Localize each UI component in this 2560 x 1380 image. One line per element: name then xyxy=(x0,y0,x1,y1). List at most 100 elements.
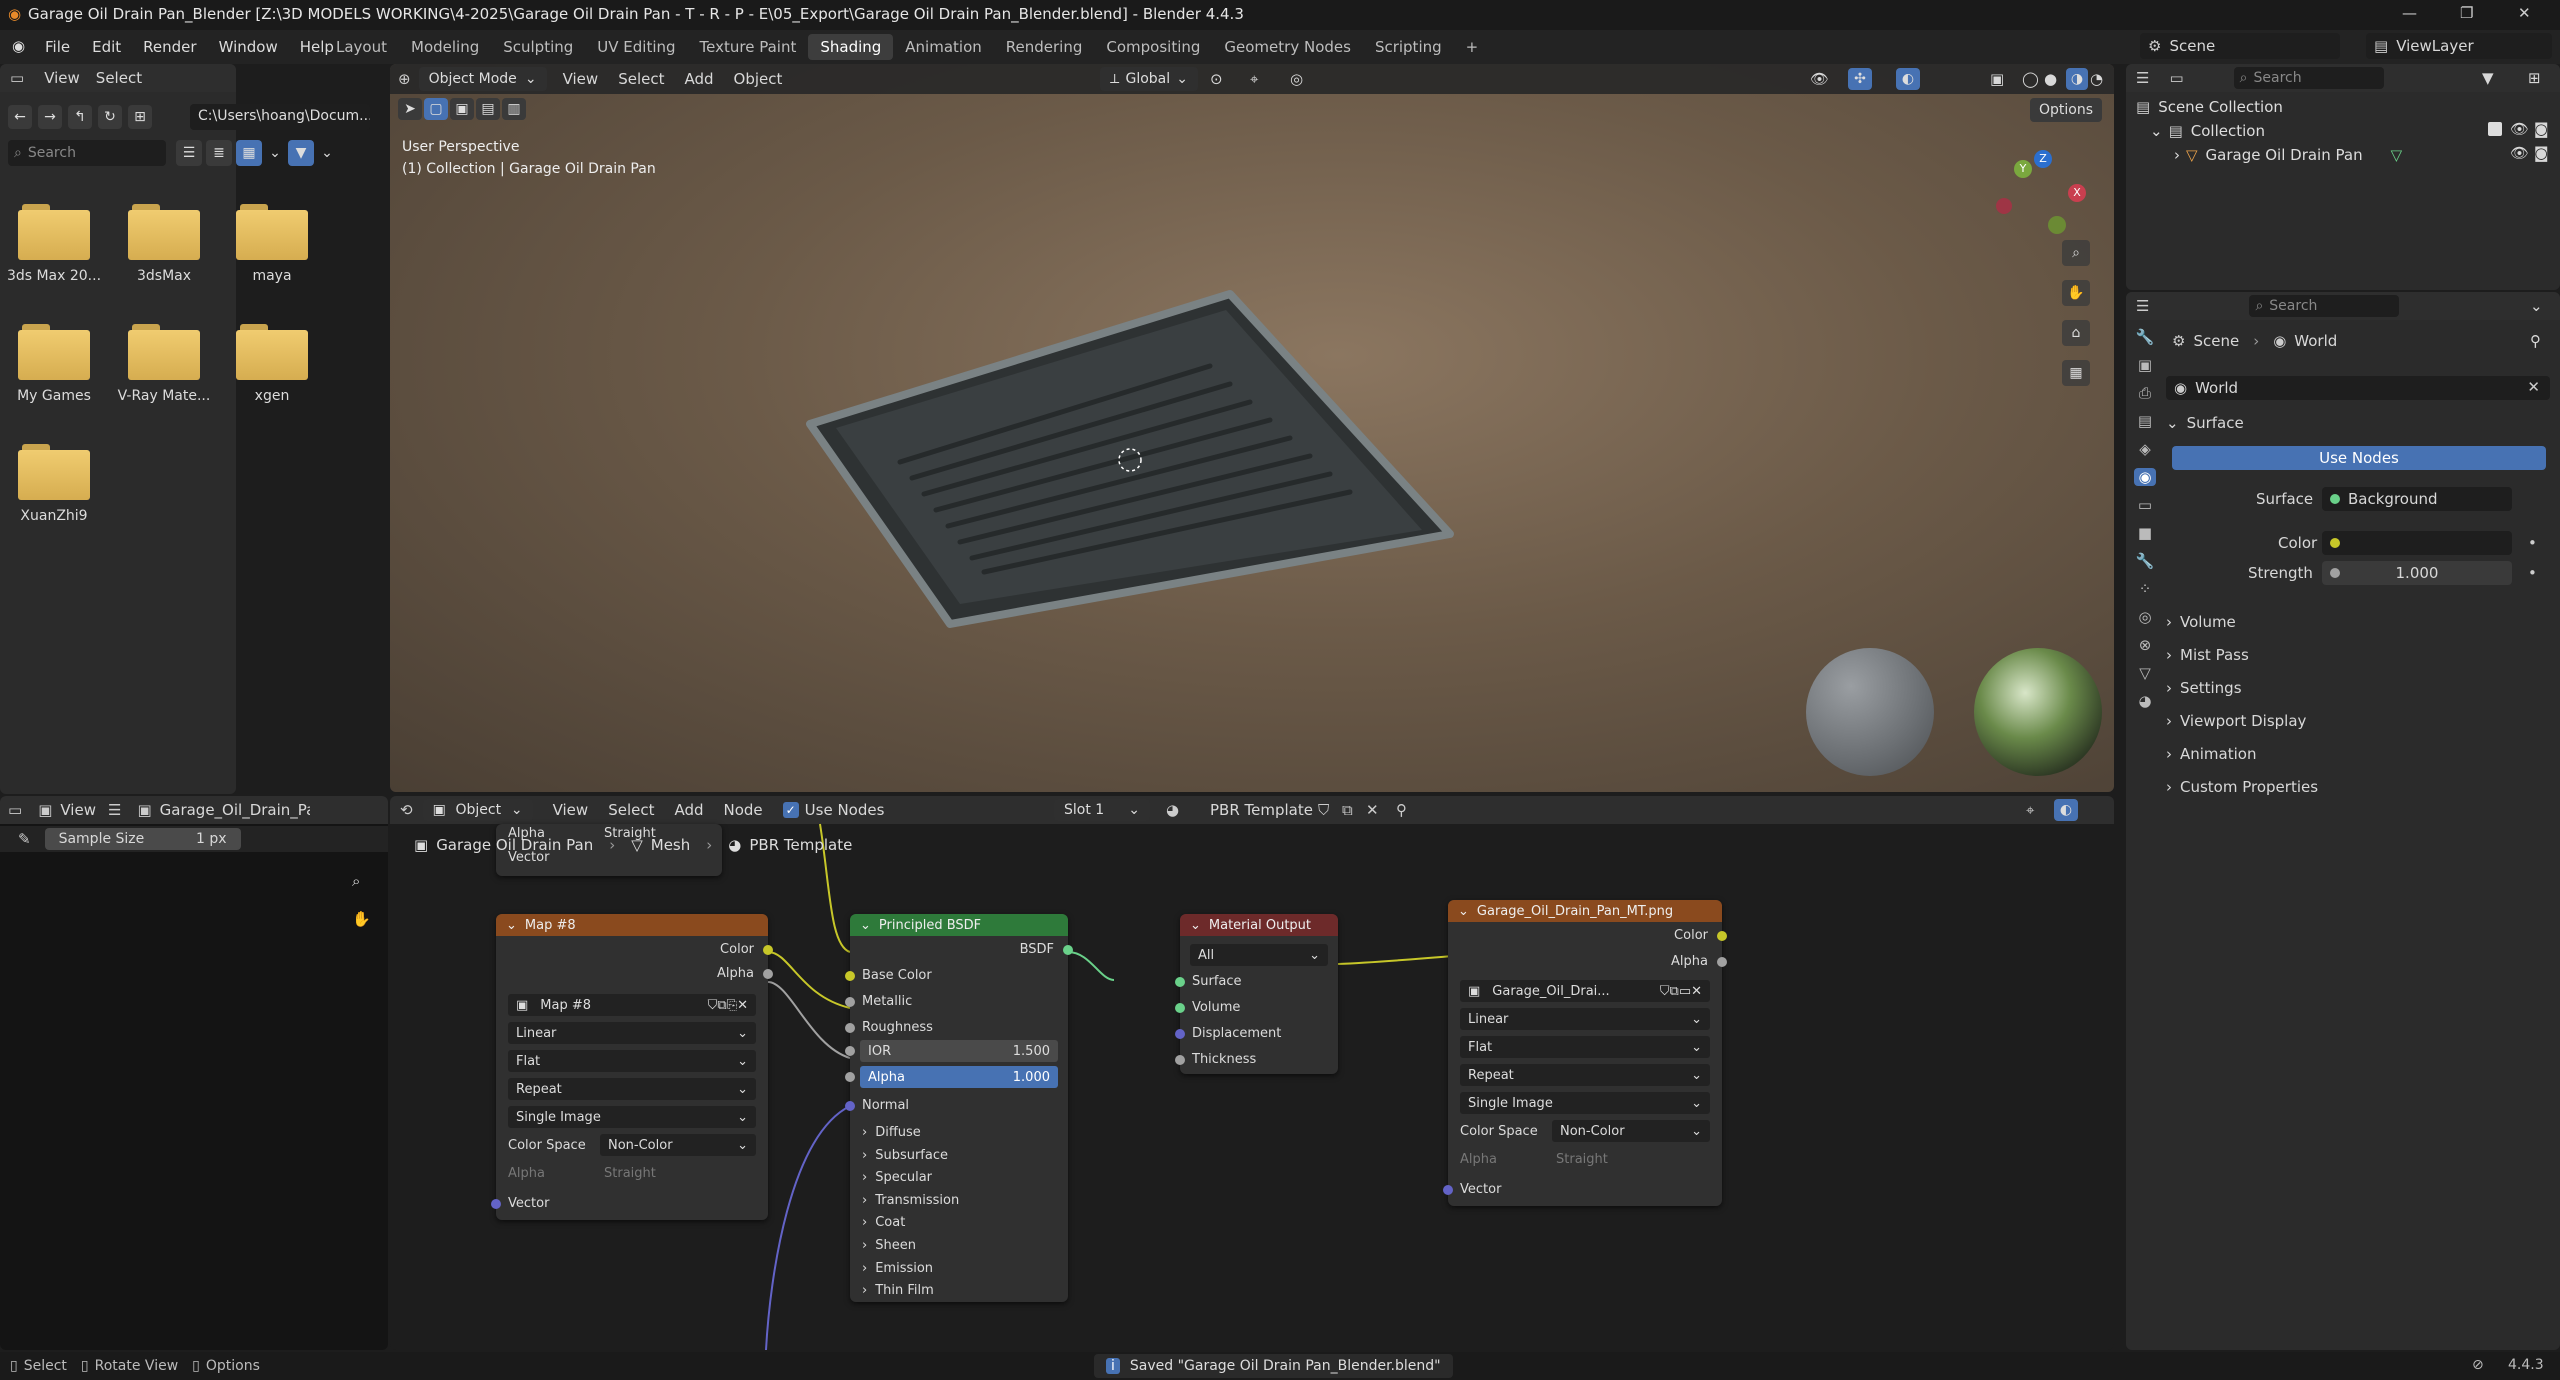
pan-hand-icon[interactable]: ✋ xyxy=(2062,280,2090,306)
subpanel-diffuse[interactable]: › Diffuse xyxy=(862,1122,959,1145)
color-field[interactable] xyxy=(2322,531,2512,555)
camera-icon[interactable]: ◙ xyxy=(2534,144,2549,162)
output-socket-alpha[interactable] xyxy=(1717,957,1727,967)
refresh-icon[interactable]: ↻ xyxy=(98,105,122,129)
surface-panel-header[interactable]: ⌄ Surface xyxy=(2166,414,2244,432)
back-icon[interactable]: ← xyxy=(8,105,32,129)
node-mt-texture[interactable]: ⌄ Garage_Oil_Drain_Pan_MT.png Color Alpha… xyxy=(1443,900,1727,1206)
constraints-tab-icon[interactable]: ⊗ xyxy=(2139,636,2152,654)
input-socket-thickness[interactable] xyxy=(1175,1055,1185,1065)
mist-pass-panel[interactable]: › Mist Pass xyxy=(2166,639,2318,672)
shader-node-editor[interactable]: ⟲ ▣ Object ⌄ View Select Add Node ✓ Use No… xyxy=(390,796,2114,1350)
node-header[interactable]: ⌄ Principled BSDF xyxy=(850,914,1068,936)
tab-animation[interactable]: Animation xyxy=(893,34,993,60)
options-button[interactable]: Options xyxy=(2030,98,2102,122)
gizmo-z-axis[interactable]: Z xyxy=(2034,150,2052,168)
hamburger-icon[interactable]: ☰ xyxy=(108,801,121,819)
editor-type-icon[interactable]: ▭ xyxy=(10,69,24,87)
eye-icon[interactable]: 👁 xyxy=(2510,144,2529,162)
vp-menu-view[interactable]: View xyxy=(563,70,599,88)
render-tab-icon[interactable]: ▣ xyxy=(2138,356,2152,374)
source-select[interactable]: Single Image ⌄ xyxy=(508,1106,756,1128)
chevron-down-icon[interactable]: ⌄ xyxy=(2530,297,2543,315)
node-header[interactable]: ⌄ Material Output xyxy=(1180,914,1338,936)
tool-tab-icon[interactable]: 🔧 xyxy=(2136,328,2155,346)
pivot-icon[interactable]: ⊙ xyxy=(1210,70,1223,88)
target-select[interactable]: All ⌄ xyxy=(1190,944,1328,966)
editor-type-icon[interactable]: ⊕ xyxy=(398,70,411,88)
subpanel-subsurface[interactable]: › Subsurface xyxy=(862,1145,959,1168)
chevron-down-icon[interactable]: ⌄ xyxy=(318,140,336,166)
transform-orientation-select[interactable]: ⟂ Global ⌄ xyxy=(1100,67,1198,91)
animation-panel[interactable]: › Animation xyxy=(2166,738,2318,771)
outliner-row-object[interactable]: › ▽ Garage Oil Drain Pan ▽ xyxy=(2174,146,2402,164)
output-socket-color[interactable] xyxy=(1717,931,1727,941)
zoom-icon[interactable]: ⌕ xyxy=(352,872,360,890)
menu-file[interactable]: File xyxy=(34,38,81,56)
visibility-icon[interactable]: 👁 xyxy=(1810,70,1829,88)
collection-tab-icon[interactable]: ▭ xyxy=(2138,496,2152,514)
pan-hand-icon[interactable]: ✋ xyxy=(352,910,371,928)
interpolation-select[interactable]: Linear ⌄ xyxy=(1460,1008,1710,1030)
tab-sculpting[interactable]: Sculpting xyxy=(491,34,585,60)
alpha-field[interactable]: Alpha 1.000 xyxy=(860,1066,1058,1088)
eyedropper-icon[interactable]: ✎ xyxy=(18,830,31,848)
xray-icon[interactable]: ▣ xyxy=(1990,70,2004,88)
subpanel-thin-film[interactable]: › Thin Film xyxy=(862,1280,959,1303)
chevron-down-icon[interactable]: ⌄ xyxy=(266,140,284,166)
scene-tab-icon[interactable]: ◈ xyxy=(2139,440,2151,458)
folder-item[interactable]: 3ds Max 20... xyxy=(6,204,102,284)
select-tool-icon[interactable]: ➤ xyxy=(398,98,422,120)
fb-search-input[interactable]: ⌕ Search xyxy=(8,140,166,166)
strength-field[interactable]: 1.000 xyxy=(2322,561,2512,585)
folder-item[interactable]: XuanZhi9 xyxy=(6,444,102,524)
outliner-search-input[interactable]: ⌕ Search xyxy=(2233,67,2384,89)
new-folder-icon[interactable]: ⊞ xyxy=(128,105,152,129)
input-socket-metallic[interactable] xyxy=(845,997,855,1007)
vp-menu-add[interactable]: Add xyxy=(684,70,713,88)
filter-icon[interactable]: ▼ xyxy=(2482,69,2494,87)
modifier-tab-icon[interactable]: 🔧 xyxy=(2136,552,2155,570)
chevron-right-icon[interactable]: › xyxy=(2174,146,2180,164)
ior-field[interactable]: IOR 1.500 xyxy=(860,1040,1058,1062)
viewport-display-panel[interactable]: › Viewport Display xyxy=(2166,705,2318,738)
image-name-field[interactable]: Garage_Oil_Drain_Pan_ xyxy=(160,801,310,819)
input-socket-vector[interactable] xyxy=(1443,1185,1453,1195)
drain-pan-model[interactable] xyxy=(790,214,1550,644)
particles-tab-icon[interactable]: ⁘ xyxy=(2139,580,2152,598)
exclude-checkbox[interactable] xyxy=(2488,122,2502,136)
tab-scripting[interactable]: Scripting xyxy=(1363,34,1454,60)
select-subtract-icon[interactable]: ▤ xyxy=(476,98,500,120)
extension-select[interactable]: Repeat ⌄ xyxy=(508,1078,756,1100)
ie-menu-view[interactable]: View xyxy=(60,801,96,819)
input-socket-vector[interactable] xyxy=(491,1199,501,1209)
thumbnail-view-icon[interactable]: ▦ xyxy=(236,140,262,166)
parent-dir-icon[interactable]: ↰ xyxy=(68,105,92,129)
snap-icon[interactable]: ⌖ xyxy=(1250,70,1258,88)
input-socket-base-color[interactable] xyxy=(845,971,855,981)
view-mode-icon[interactable]: ▣ xyxy=(38,801,52,819)
folder-item[interactable]: maya xyxy=(224,204,320,284)
extension-select[interactable]: Repeat ⌄ xyxy=(1460,1064,1710,1086)
object-tab-icon[interactable]: ■ xyxy=(2138,524,2152,542)
proportional-edit-icon[interactable]: ◎ xyxy=(1290,70,1303,88)
vp-menu-select[interactable]: Select xyxy=(618,70,664,88)
wireframe-shading-icon[interactable]: ◯ xyxy=(2022,70,2039,88)
outliner-row-collection[interactable]: ⌄ ▤ Collection xyxy=(2150,122,2265,140)
filter-icon[interactable]: ▼ xyxy=(288,140,314,166)
vp-menu-object[interactable]: Object xyxy=(734,70,783,88)
volume-panel[interactable]: › Volume xyxy=(2166,606,2318,639)
menu-edit[interactable]: Edit xyxy=(81,38,132,56)
tab-texture-paint[interactable]: Texture Paint xyxy=(688,34,809,60)
detail-view-icon[interactable]: ≣ xyxy=(206,140,232,166)
output-tab-icon[interactable]: ⎙ xyxy=(2139,384,2151,402)
fb-path-field[interactable]: C:\Users\hoang\Docum... xyxy=(190,104,370,130)
zoom-icon[interactable]: ⌕ xyxy=(2062,240,2090,266)
surface-shader-field[interactable]: Background xyxy=(2322,487,2512,511)
world-selector[interactable]: ◉ World ✕ xyxy=(2166,376,2550,400)
tab-geometry-nodes[interactable]: Geometry Nodes xyxy=(1212,34,1363,60)
color-space-select[interactable]: Non-Color ⌄ xyxy=(1552,1120,1710,1142)
input-socket-roughness[interactable] xyxy=(845,1023,855,1033)
interpolation-select[interactable]: Linear ⌄ xyxy=(508,1022,756,1044)
node-material-output[interactable]: ⌄ Material Output All ⌄ Surface Volume Dis… xyxy=(1175,914,1338,1074)
